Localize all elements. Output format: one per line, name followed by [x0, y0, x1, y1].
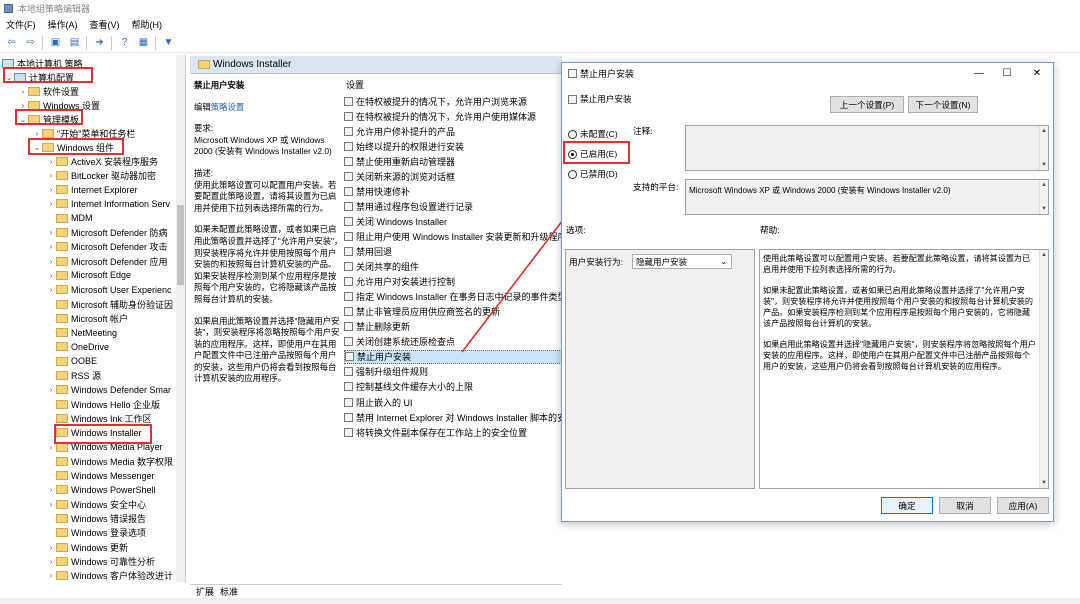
help-p1: 使用此策略设置可以配置用户安装。若要配置此策略设置，请将其设置为已启用并使用下拉…	[763, 254, 1031, 274]
policy-setting-icon	[568, 94, 577, 104]
help-p2: 如果未配置此策略设置，或者如果已启用此策略设置并选择了"允许用户安装"，则安装程…	[763, 286, 1033, 328]
options-pane: 用户安装行为: 隐藏用户安装 ⌄	[565, 249, 755, 489]
setting-name-row: 禁止用户安装	[568, 93, 632, 105]
platform-box: Microsoft Windows XP 或 Windows 2000 (安装有…	[685, 179, 1049, 215]
comment-box[interactable]: ▲ ▼	[685, 125, 1049, 171]
comment-label: 注释:	[633, 126, 653, 136]
behavior-label: 用户安装行为:	[569, 257, 623, 267]
dialog-title: 禁止用户安装	[580, 68, 635, 79]
behavior-value: 隐藏用户安装	[636, 256, 688, 267]
platform-text: Microsoft Windows XP 或 Windows 2000 (安装有…	[689, 186, 951, 195]
comment-scrollbar[interactable]: ▲ ▼	[1039, 126, 1048, 170]
ok-button[interactable]: 确定	[881, 497, 933, 514]
help-text: 使用此策略设置可以配置用户安装。若要配置此策略设置，请将其设置为已启用并使用下拉…	[763, 253, 1036, 382]
radio-label: 未配置(C)	[580, 129, 618, 139]
apply-button[interactable]: 应用(A)	[997, 497, 1049, 514]
platform-label: 支持的平台:	[633, 182, 679, 192]
policy-dialog: 禁止用户安装 — ☐ ✕ 禁止用户安装 上一个设置(P) 下一个设置(N) 未配…	[561, 62, 1054, 522]
platform-scrollbar[interactable]: ▲ ▼	[1039, 180, 1048, 214]
radio-disabled[interactable]: 已禁用(D)	[568, 168, 618, 180]
chevron-down-icon[interactable]: ⌄	[720, 257, 727, 266]
maximize-icon[interactable]: ☐	[1000, 66, 1014, 80]
help-pane: 使用此策略设置可以配置用户安装。若要配置此策略设置，请将其设置为已启用并使用下拉…	[759, 249, 1049, 489]
highlight-enabled	[563, 141, 630, 164]
options-label: 选项:	[566, 225, 586, 235]
minimize-icon[interactable]: —	[972, 66, 986, 80]
radio-circle[interactable]	[568, 129, 577, 139]
radio-not-configured[interactable]: 未配置(C)	[568, 128, 618, 140]
close-icon[interactable]: ✕	[1030, 66, 1044, 80]
behavior-dropdown[interactable]: 隐藏用户安装 ⌄	[632, 254, 732, 269]
help-scrollbar[interactable]: ▲ ▼	[1039, 250, 1048, 488]
radio-label: 已禁用(D)	[580, 169, 618, 179]
radio-circle[interactable]	[568, 169, 577, 179]
next-setting-button[interactable]: 下一个设置(N)	[908, 96, 978, 113]
help-p3: 如果启用此策略设置并选择"隐藏用户安装"，则安装程序将忽略按照每个用户安装的应用…	[763, 340, 1036, 371]
cancel-button[interactable]: 取消	[939, 497, 991, 514]
setting-name: 禁止用户安装	[580, 94, 632, 104]
help-label: 帮助:	[760, 225, 780, 235]
policy-setting-icon	[568, 68, 577, 78]
prev-setting-button[interactable]: 上一个设置(P)	[830, 96, 904, 113]
